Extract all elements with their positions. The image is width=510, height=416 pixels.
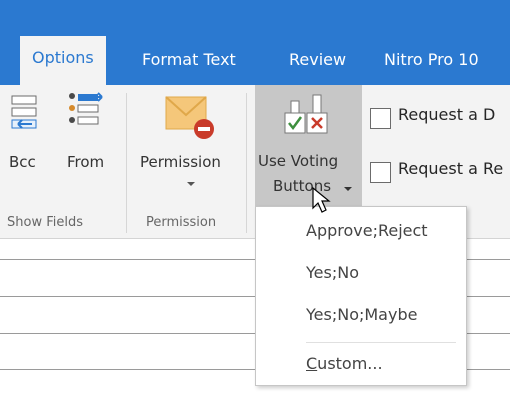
tab-nitro-pro[interactable]: Nitro Pro 10 bbox=[384, 47, 479, 85]
group-separator bbox=[126, 93, 127, 233]
menu-item-custom[interactable]: Custom... bbox=[256, 344, 466, 384]
envelope-permission-icon bbox=[165, 96, 214, 139]
request-delivery-label: Request a D bbox=[398, 105, 496, 124]
mouse-cursor-icon bbox=[312, 186, 331, 213]
from-button[interactable]: From bbox=[60, 85, 110, 205]
from-label: From bbox=[67, 153, 105, 171]
menu-item-yes-no[interactable]: Yes;No bbox=[256, 253, 466, 293]
request-read-checkbox[interactable] bbox=[370, 162, 391, 183]
request-delivery-checkbox[interactable] bbox=[370, 108, 391, 129]
permission-button[interactable]: Permission bbox=[134, 85, 244, 205]
tab-options[interactable]: Options bbox=[20, 36, 106, 85]
voting-buttons-menu: Approve;Reject Yes;No Yes;No;Maybe Custo… bbox=[255, 206, 467, 386]
voting-label-line1: Use Voting bbox=[258, 152, 339, 170]
bcc-icon bbox=[11, 95, 37, 129]
chevron-down-icon bbox=[344, 187, 352, 191]
menu-item-yes-no-maybe[interactable]: Yes;No;Maybe bbox=[256, 295, 466, 335]
group-separator bbox=[246, 93, 247, 233]
menu-separator bbox=[306, 342, 456, 343]
tab-format-text[interactable]: Format Text bbox=[142, 47, 236, 85]
bcc-button[interactable]: Bcc bbox=[0, 85, 50, 205]
bcc-label: Bcc bbox=[9, 153, 36, 171]
chevron-down-icon bbox=[187, 182, 195, 186]
voting-buttons-icon bbox=[284, 94, 328, 134]
request-read-label: Request a Re bbox=[398, 159, 504, 178]
permission-label: Permission bbox=[140, 153, 221, 171]
tab-review[interactable]: Review bbox=[289, 47, 346, 85]
show-fields-group-label: Show Fields bbox=[7, 215, 83, 230]
permission-group-label: Permission bbox=[146, 215, 217, 230]
use-voting-buttons-button[interactable]: Use Voting Buttons bbox=[255, 85, 362, 209]
from-icon bbox=[69, 92, 103, 125]
menu-item-approve-reject[interactable]: Approve;Reject bbox=[256, 211, 466, 251]
